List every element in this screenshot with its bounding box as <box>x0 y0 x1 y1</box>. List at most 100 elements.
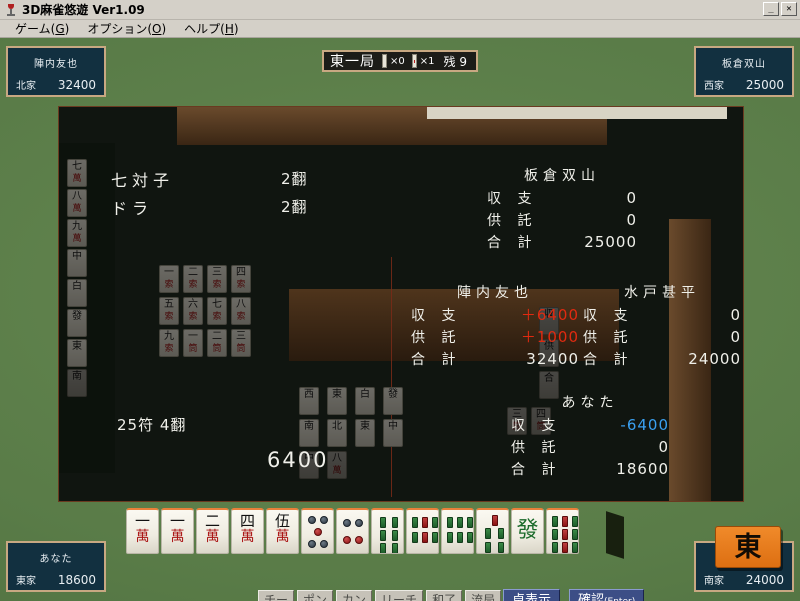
value-kyoutaku: 0 <box>658 438 669 456</box>
player-seat: 北家 <box>16 81 36 92</box>
label-goukei: 合 計 <box>511 462 562 478</box>
value-shushi: 0 <box>626 189 637 207</box>
tile-suit: 萬 <box>275 529 290 545</box>
result-overlay: 七萬 八萬 九萬 中 白 發 東 南 一索 二索 三索 四索 五索 六索 七索 … <box>58 106 744 502</box>
confirm-key-hint: (Enter) <box>604 597 635 601</box>
ryuukyoku-button[interactable]: 流局 <box>465 590 502 601</box>
tile-number: 四 <box>239 512 255 530</box>
player-name: 陣内友也 <box>34 59 78 70</box>
menu-item-options[interactable]: オプション(O) <box>78 19 175 38</box>
action-button-bar: 卓表示 確認(Enter) <box>503 589 645 601</box>
tile-number: 伍 <box>274 512 290 530</box>
call-button-bar: チー ポン カン リーチ 和了 流局 <box>258 590 502 601</box>
wine-glass-icon <box>4 3 18 17</box>
tile-suit: 萬 <box>170 529 185 545</box>
player-score: 24000 <box>745 573 784 587</box>
player-seat: 東家 <box>16 576 36 587</box>
player-score: 25000 <box>745 78 784 92</box>
menu-item-game-accel: G <box>55 22 65 36</box>
bamboo-icon <box>552 514 578 553</box>
value-goukei: 25000 <box>584 233 637 251</box>
score-block-name: 陣内友也 <box>457 285 533 301</box>
confirm-label: 確認 <box>578 593 605 601</box>
menu-item-options-tail: ) <box>161 22 167 36</box>
menu-item-game-text: ゲーム( <box>15 22 56 36</box>
label-goukei: 合 計 <box>583 352 634 368</box>
fu-han-total: 25符 4翻 <box>117 416 187 434</box>
label-goukei: 合 計 <box>487 235 538 251</box>
bamboo-icon <box>377 514 398 553</box>
hand-tile[interactable]: 伍 萬 <box>266 508 299 554</box>
confirm-button[interactable]: 確認(Enter) <box>569 589 645 601</box>
honor-tile-char: 發 <box>516 518 539 543</box>
tile-number: 二 <box>204 512 220 530</box>
minimize-button[interactable]: _ <box>763 2 779 16</box>
tile-number: 一 <box>134 512 150 530</box>
hand-points: 6400 <box>267 448 329 472</box>
menu-item-help-accel: H <box>224 22 234 36</box>
value-shushi: ＋6400 <box>520 306 579 324</box>
riichi-count: ×1 <box>419 55 435 67</box>
score-block-jinnai: 陣内友也 収 支 ＋6400 供 託 ＋1000 合 計 32400 <box>411 282 579 371</box>
label-shushi: 収 支 <box>487 191 538 207</box>
wall-top-tiles <box>427 107 727 119</box>
player-hand: 一 萬 一 萬 二 萬 四 萬 伍 萬 發 <box>126 508 616 556</box>
table-center-line <box>391 257 392 497</box>
menu-item-game[interactable]: ゲーム(G) <box>6 19 78 38</box>
player-score: 18600 <box>57 573 96 587</box>
pon-button[interactable]: ポン <box>297 590 334 601</box>
menu-item-help[interactable]: ヘルプ(H) <box>175 19 247 38</box>
label-shushi: 収 支 <box>411 308 462 324</box>
window-controls: _ ✕ <box>763 2 797 16</box>
score-block-you: あなた 収 支 -6400 供 託 0 合 計 18600 <box>511 392 669 481</box>
value-goukei: 18600 <box>616 460 669 478</box>
label-shushi: 収 支 <box>511 418 562 434</box>
bamboo-icon <box>482 514 504 553</box>
tile-suit: 萬 <box>240 529 255 545</box>
player-name: 板倉双山 <box>722 59 766 70</box>
application-window: 3D麻雀悠遊 Ver1.09 _ ✕ ゲーム(G) オプション(O) ヘルプ(H… <box>0 0 800 601</box>
value-kyoutaku: ＋1000 <box>520 328 579 346</box>
table-view-button[interactable]: 卓表示 <box>503 589 561 601</box>
hand-tile[interactable]: 一 萬 <box>126 508 159 554</box>
hand-tile[interactable]: 發 <box>511 508 544 554</box>
tile-number: 一 <box>169 512 185 530</box>
score-block-itakura: 板倉双山 収 支 0 供 託 0 合 計 25000 <box>487 165 637 254</box>
player-seat: 南家 <box>704 576 724 587</box>
hand-tile[interactable] <box>441 508 474 554</box>
hand-tile[interactable] <box>301 508 334 554</box>
hand-tile[interactable] <box>476 508 509 554</box>
menu-item-game-tail: ) <box>64 22 70 36</box>
hand-tile[interactable]: 一 萬 <box>161 508 194 554</box>
close-button[interactable]: ✕ <box>781 2 797 16</box>
bamboo-icon <box>412 514 438 549</box>
hand-tile[interactable] <box>546 508 579 554</box>
chi-button[interactable]: チー <box>258 590 295 601</box>
pin-dots-icon <box>342 514 363 549</box>
hand-tile[interactable]: 二 萬 <box>196 508 229 554</box>
hand-tile[interactable] <box>371 508 404 554</box>
riichi-button[interactable]: リーチ <box>375 590 424 601</box>
label-kyoutaku: 供 託 <box>583 330 634 346</box>
riichi-stick-icon <box>411 54 417 68</box>
seat-wind-indicator: 東 <box>715 526 781 568</box>
score-block-name: 板倉双山 <box>524 168 600 184</box>
player-panel-top-left: 陣内友也 北家 32400 <box>6 46 106 97</box>
value-goukei: 24000 <box>688 350 741 368</box>
value-kyoutaku: 0 <box>626 211 637 229</box>
honba-count: ×0 <box>390 55 405 67</box>
value-shushi: -6400 <box>620 416 669 434</box>
hand-tile[interactable] <box>336 508 369 554</box>
player-name: あなた <box>39 554 73 565</box>
hand-tile[interactable]: 四 萬 <box>231 508 264 554</box>
pin-dots-icon <box>307 514 328 549</box>
player-panel-bottom-left: あなた 東家 18600 <box>6 541 106 592</box>
hand-tile[interactable] <box>406 508 439 554</box>
agari-button[interactable]: 和了 <box>426 590 463 601</box>
yaku-name-1: ドラ <box>111 199 154 218</box>
yaku-name-0: 七対子 <box>111 171 175 190</box>
player-seat: 西家 <box>704 81 724 92</box>
round-indicator: 東一局 ×0 ×1 残 9 <box>322 50 478 72</box>
label-kyoutaku: 供 託 <box>487 213 538 229</box>
kan-button[interactable]: カン <box>336 590 373 601</box>
